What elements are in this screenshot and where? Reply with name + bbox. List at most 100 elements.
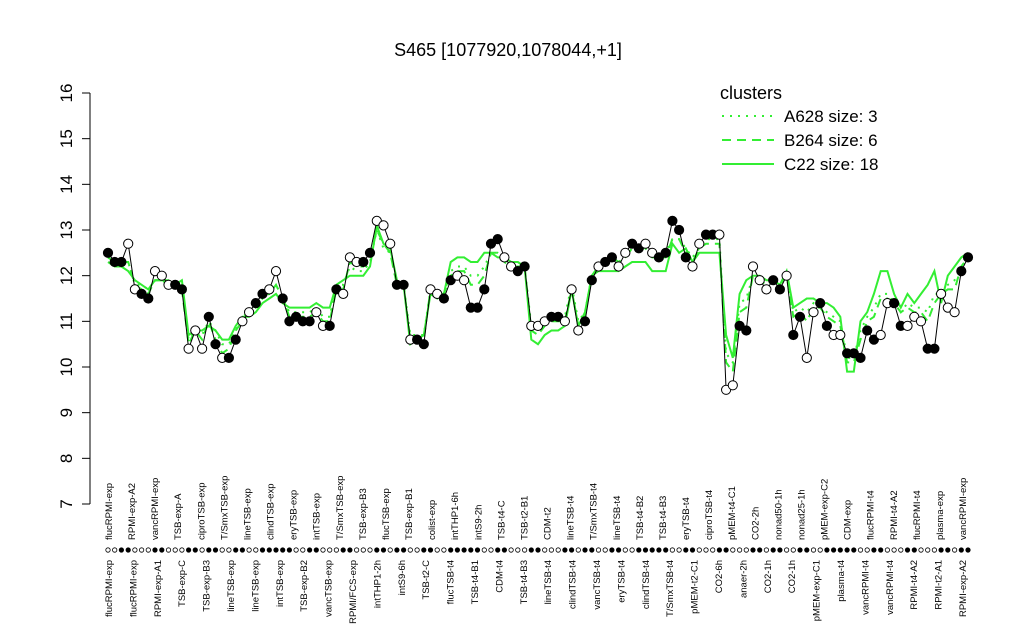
rug-marker xyxy=(830,547,837,553)
y-tick-label: 10 xyxy=(57,358,76,377)
rug-marker xyxy=(468,547,474,553)
data-point-filled xyxy=(250,298,261,309)
top-sample-label: vancRPMI-exp xyxy=(958,478,969,540)
top-sample-label: CO2-2h xyxy=(750,507,761,540)
y-tick-label: 12 xyxy=(57,266,76,285)
bottom-sample-label: pMEM-t2-C1 xyxy=(690,560,701,614)
data-point-filled xyxy=(794,311,806,322)
data-point-open xyxy=(378,220,389,231)
sample-rug xyxy=(105,547,971,553)
rug-marker xyxy=(703,547,709,553)
top-sample-label: eryTSB-t4 xyxy=(681,497,692,540)
top-sample-label: TSB-t4-B2 xyxy=(635,496,646,540)
y-tick-label: 8 xyxy=(57,454,76,463)
data-point-open xyxy=(902,320,913,331)
data-point-filled xyxy=(102,247,114,258)
y-axis: 7 8 9 10 11 12 13 14 15 16 xyxy=(57,84,91,509)
rug-marker xyxy=(353,547,360,553)
data-point-filled xyxy=(667,215,678,226)
data-point-filled xyxy=(788,329,799,341)
top-sample-label: CDM-t2 xyxy=(543,507,554,540)
top-sample-label: intS9-2h xyxy=(473,505,484,540)
data-point-filled xyxy=(962,252,974,263)
rug-marker xyxy=(542,547,548,553)
bottom-sample-label: vancTSB-t4 xyxy=(592,560,603,610)
data-point-filled xyxy=(364,247,376,258)
data-point-filled xyxy=(929,343,940,354)
top-sample-label: intTSB-exp xyxy=(312,493,323,540)
rug-marker xyxy=(535,547,541,553)
rug-marker xyxy=(568,547,575,553)
rug-marker xyxy=(958,547,964,553)
bottom-sample-label: plasma-t4 xyxy=(836,560,847,602)
bottom-sample-label: CO2-1h xyxy=(787,560,798,593)
top-sample-label: flucRPMI-exp xyxy=(104,483,115,540)
rug-marker xyxy=(286,547,292,553)
data-point-filled xyxy=(492,234,503,245)
bottom-sample-label: clindTSB-t4 xyxy=(641,560,652,609)
rug-marker xyxy=(387,547,393,553)
y-tick-label: 14 xyxy=(57,175,76,194)
rug-marker xyxy=(293,547,299,553)
top-sample-label: lineTSB-t4 xyxy=(566,496,577,540)
data-point-filled xyxy=(418,339,429,350)
top-sample-label: RPMI-t4-A2 xyxy=(889,490,900,540)
rug-marker xyxy=(925,547,931,553)
top-sample-label: CDM-exp xyxy=(843,500,854,540)
rug-marker xyxy=(575,547,581,553)
rug-marker xyxy=(844,547,850,553)
rug-marker xyxy=(434,547,440,553)
data-point-open xyxy=(244,307,255,318)
top-sample-label: pMEM-exp-C2 xyxy=(820,479,831,540)
rug-marker xyxy=(965,547,971,553)
rug-marker xyxy=(931,547,938,553)
rug-marker xyxy=(118,547,125,553)
data-point-filled xyxy=(479,284,490,295)
top-sample-label: TSB-t4-C xyxy=(496,500,507,540)
rug-marker xyxy=(199,547,205,553)
rug-marker xyxy=(797,547,803,553)
data-point-filled xyxy=(815,298,826,309)
bottom-sample-label: flucRPMI-exp xyxy=(104,560,115,617)
data-point-filled xyxy=(674,224,685,236)
data-point-filled xyxy=(821,320,833,331)
rug-marker xyxy=(851,547,857,553)
data-point-open xyxy=(801,352,812,363)
rug-marker xyxy=(206,547,212,553)
data-point-open xyxy=(559,316,571,327)
rug-marker xyxy=(501,547,507,553)
bottom-sample-label: RPMI-exp-A2 xyxy=(958,560,969,617)
rug-marker xyxy=(488,547,494,553)
data-point-open xyxy=(123,238,134,249)
chart: S465 [1077920,1078044,+1] 7 8 9 10 11 12 13 14 1… xyxy=(57,40,974,624)
data-point-open xyxy=(264,284,275,295)
rug-marker xyxy=(105,547,111,553)
bottom-sample-label: lineTSB-t4 xyxy=(543,560,554,604)
rug-marker xyxy=(327,547,333,553)
rug-marker xyxy=(172,547,178,553)
rug-marker xyxy=(595,547,602,553)
data-point-filled xyxy=(438,293,449,304)
data-point-open xyxy=(835,329,846,341)
rug-marker xyxy=(689,547,696,553)
bottom-sample-label: lineTSB-exp xyxy=(250,560,261,612)
bottom-sample-label: anaer-2h xyxy=(738,560,749,598)
data-point-open xyxy=(949,307,960,318)
top-sample-label: intTHP1-6h xyxy=(450,492,461,540)
bottom-sample-label: TSB-t2-C xyxy=(421,560,432,600)
rug-marker xyxy=(804,547,810,553)
data-point-filled xyxy=(741,325,752,336)
rug-marker xyxy=(783,547,790,553)
rug-marker xyxy=(898,547,904,553)
data-point-filled xyxy=(768,275,779,286)
rug-marker xyxy=(495,547,501,553)
rug-marker xyxy=(186,547,192,553)
data-point-filled xyxy=(680,252,691,263)
rug-marker xyxy=(622,547,628,553)
bottom-sample-label: flucRPMI-exp xyxy=(128,560,139,617)
legend-entry: A628 size: 3 xyxy=(784,107,878,126)
bottom-sample-label: vancTSB-exp xyxy=(324,560,335,617)
rug-marker xyxy=(649,547,655,553)
data-point-open xyxy=(781,270,792,281)
rug-marker xyxy=(280,547,286,553)
